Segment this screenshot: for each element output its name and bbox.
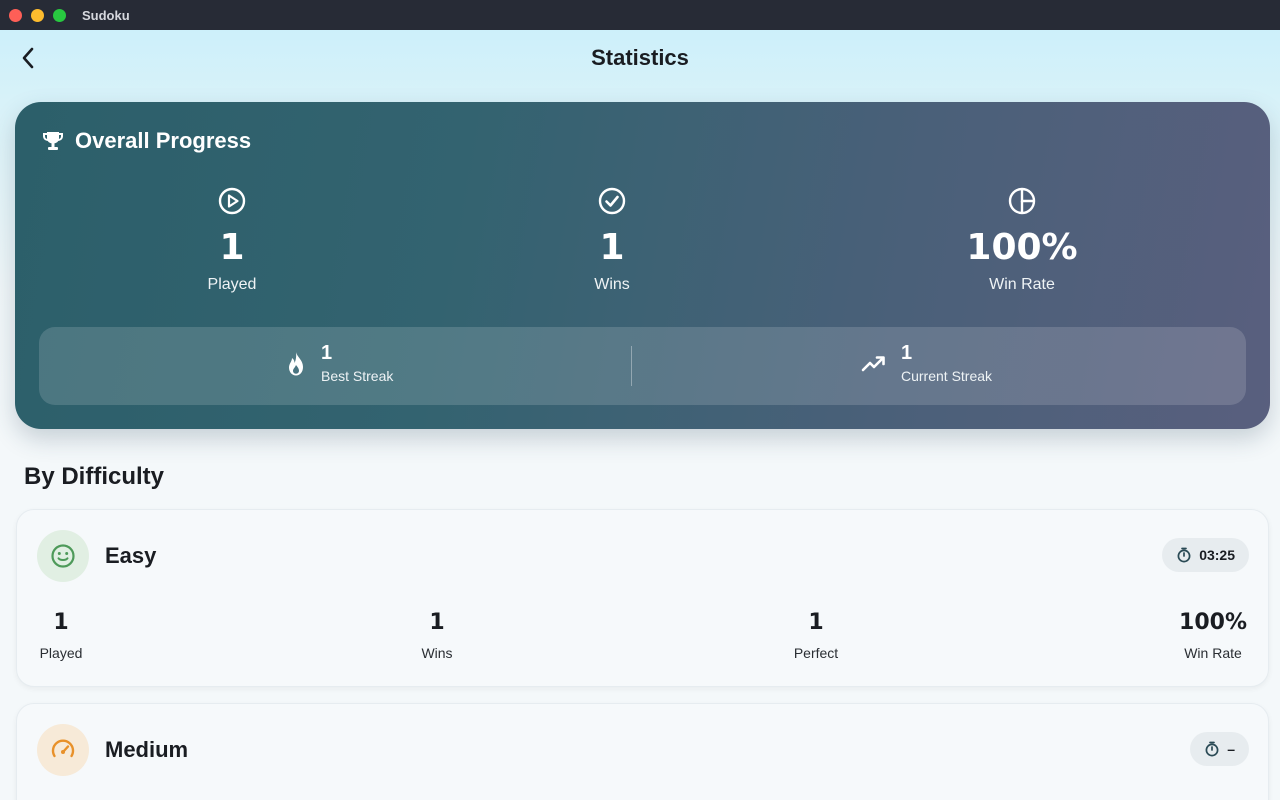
easy-title: Easy xyxy=(105,543,157,568)
easy-perfect-value: 1 xyxy=(808,610,824,635)
win-rate-label: Win Rate xyxy=(989,276,1055,293)
easy-perfect-label: Perfect xyxy=(793,645,839,661)
easy-wins: 1 Wins xyxy=(421,610,452,661)
section-title-by-difficulty: By Difficulty xyxy=(24,463,165,490)
overall-progress-header: Overall Progress xyxy=(41,128,251,154)
played-label: Played xyxy=(207,276,257,293)
easy-best-time-value: 03:25 xyxy=(1199,547,1235,563)
page-title: Statistics xyxy=(591,45,689,70)
easy-played-label: Played xyxy=(39,645,83,661)
current-streak-label: Current Streak xyxy=(901,368,993,384)
window-title: Sudoku xyxy=(82,7,130,23)
best-streak: 1 Best Streak xyxy=(285,343,393,384)
flame-icon xyxy=(289,351,303,375)
stopwatch-icon xyxy=(1205,741,1219,757)
zoom-window-button[interactable] xyxy=(53,8,66,22)
stopwatch-icon xyxy=(1177,547,1191,563)
easy-played-value: 1 xyxy=(53,610,69,635)
header: Statistics xyxy=(0,30,1280,86)
window-controls xyxy=(9,8,66,22)
overall-progress-title: Overall Progress xyxy=(75,128,252,153)
trophy-icon xyxy=(43,132,63,150)
best-streak-label: Best Streak xyxy=(321,368,394,384)
speedometer-icon xyxy=(51,739,75,758)
stat-win-rate: 100% Win Rate xyxy=(922,186,1122,294)
close-window-button[interactable] xyxy=(9,8,22,22)
overall-progress-card: Overall Progress 1 Played 1 Wins 100% Wi… xyxy=(15,102,1270,429)
current-streak-value: 1 xyxy=(901,342,913,364)
pie-chart-icon xyxy=(1008,187,1036,215)
stat-played: 1 Played xyxy=(132,186,332,294)
play-circle-icon xyxy=(218,187,246,215)
easy-win-rate-value: 100% xyxy=(1179,610,1247,635)
statistics-screen: Statistics Overall Progress 1 Played 1 W… xyxy=(0,30,1280,800)
easy-win-rate-label: Win Rate xyxy=(1184,645,1242,661)
trending-up-icon xyxy=(861,355,885,371)
streak-divider xyxy=(631,346,632,386)
difficulty-card-easy[interactable]: Easy 03:25 1 Played 1 Wins 1 Perfect 100… xyxy=(16,509,1269,687)
medium-best-time-value: – xyxy=(1227,741,1235,757)
easy-win-rate: 100% Win Rate xyxy=(1179,610,1247,661)
easy-perfect: 1 Perfect xyxy=(794,610,838,661)
streak-bar: 1 Best Streak 1 Current Streak xyxy=(39,327,1246,405)
easy-wins-value: 1 xyxy=(429,610,445,635)
best-streak-value: 1 xyxy=(321,342,333,364)
played-value: 1 xyxy=(219,227,245,268)
current-streak: 1 Current Streak xyxy=(861,343,992,384)
easy-best-time: 03:25 xyxy=(1162,538,1249,572)
medium-best-time: – xyxy=(1190,732,1249,766)
win-rate-value: 100% xyxy=(966,227,1078,268)
easy-played: 1 Played xyxy=(40,610,83,661)
medium-title: Medium xyxy=(105,737,189,762)
medium-icon-badge xyxy=(37,724,89,776)
stat-wins: 1 Wins xyxy=(512,186,712,294)
easy-icon-badge xyxy=(37,530,89,582)
easy-wins-label: Wins xyxy=(421,645,453,661)
window-titlebar: Sudoku xyxy=(0,0,1280,30)
minimize-window-button[interactable] xyxy=(31,8,44,22)
check-circle-icon xyxy=(598,187,626,215)
difficulty-card-medium[interactable]: Medium – xyxy=(16,703,1269,800)
wins-value: 1 xyxy=(599,227,625,268)
wins-label: Wins xyxy=(594,276,630,293)
smiley-icon xyxy=(51,544,75,568)
